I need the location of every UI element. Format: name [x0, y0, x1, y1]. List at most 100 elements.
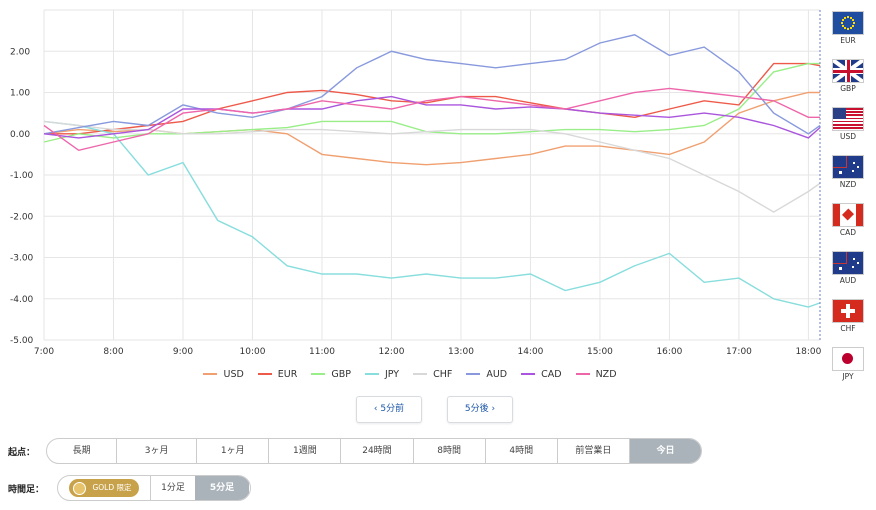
series-line-gbp [43, 62, 820, 143]
legend-swatch [466, 372, 481, 375]
legend-item-aud[interactable]: AUD [466, 369, 507, 380]
x-tick-label: 11:00 [309, 347, 335, 357]
start-option-4[interactable]: 24時間 [341, 439, 414, 463]
legend-label: USD [223, 369, 244, 380]
y-axis-ticks: 2.00 1.00 0.00 -1.00 -2.00 -3.00 -4.00 -5.00 [10, 47, 34, 346]
series-line-chf [43, 120, 821, 213]
legend-label: JPY [384, 369, 400, 380]
series-line-eur [44, 62, 821, 135]
timeframe-option-1[interactable]: 5分足 [195, 476, 249, 500]
flag-cad[interactable]: CAD [828, 203, 868, 248]
legend-label: CAD [541, 369, 562, 380]
x-tick-label: 13:00 [448, 347, 474, 357]
series-line-jpy [43, 120, 821, 308]
gold-coin-icon [73, 481, 87, 495]
x-tick-label: 8:00 [103, 347, 123, 357]
chf-flag-icon [832, 299, 864, 323]
start-option-5[interactable]: 8時間 [414, 439, 486, 463]
start-option-2[interactable]: 1ヶ月 [197, 439, 270, 463]
x-tick-label: 15:00 [587, 347, 613, 357]
flag-aud[interactable]: AUD [828, 251, 868, 296]
next-5min-button[interactable]: 5分後 › [447, 396, 513, 423]
timeframe-label: 時間足： [8, 485, 45, 495]
y-tick-label: -1.00 [10, 171, 34, 181]
flag-nzd[interactable]: NZD [828, 155, 868, 200]
legend-label: GBP [331, 369, 351, 380]
currency-flag-list: EUR GBP USD NZD CAD AUD CHF JPY [823, 8, 873, 392]
legend-swatch [575, 372, 590, 375]
start-option-6[interactable]: 4時間 [486, 439, 558, 463]
y-tick-label: 1.00 [10, 89, 30, 99]
legend-item-cad[interactable]: CAD [521, 369, 562, 380]
aud-flag-icon [832, 251, 864, 275]
series-line-nzd [43, 87, 820, 152]
y-tick-label: -4.00 [10, 295, 34, 305]
chart-plot-svg: 2.00 1.00 0.00 -1.00 -2.00 -3.00 -4.00 -5.00 7:… [10, 9, 822, 357]
start-point-selector: 長期 3ヶ月 1ヶ月 1週間 24時間 8時間 4時間 前営業日 今日 [46, 438, 702, 464]
chart-legend: USD EUR GBP JPY CHF AUD CAD NZD [0, 369, 820, 380]
y-tick-label: -3.00 [10, 254, 34, 264]
x-tick-label: 7:00 [34, 347, 54, 357]
legend-swatch [413, 372, 428, 375]
legend-item-usd[interactable]: USD [203, 369, 244, 380]
x-tick-label: 16:00 [656, 347, 682, 357]
eur-flag-icon [832, 11, 864, 35]
timeframe-option-0[interactable]: 1分足 [151, 476, 195, 500]
y-tick-label: 0.00 [10, 130, 30, 140]
x-tick-label: 18:00 [795, 347, 821, 357]
usd-flag-icon [832, 107, 864, 131]
x-tick-label: 14:00 [517, 347, 543, 357]
start-option-3[interactable]: 1週間 [269, 439, 342, 463]
prev-5min-button[interactable]: ‹ 5分前 [356, 396, 422, 423]
legend-item-jpy[interactable]: JPY [364, 369, 400, 380]
legend-swatch [311, 372, 326, 375]
flag-chf[interactable]: CHF [828, 299, 868, 344]
legend-label: CHF [433, 369, 453, 380]
legend-swatch [521, 372, 536, 375]
series-line-aud [43, 34, 821, 135]
start-option-0[interactable]: 長期 [47, 439, 118, 463]
start-option-7[interactable]: 前営業日 [558, 439, 630, 463]
x-axis-ticks: 7:00 8:00 9:00 10:00 11:00 12:00 13:00 14:00 15:… [34, 347, 822, 357]
flag-code-label: CAD [839, 228, 857, 237]
y-tick-label: -2.00 [10, 212, 34, 222]
legend-item-chf[interactable]: CHF [413, 369, 452, 380]
flag-code-label: NZD [839, 180, 857, 189]
start-option-8[interactable]: 今日 [629, 439, 701, 463]
gbp-flag-icon [832, 59, 864, 83]
nzd-flag-icon [832, 155, 864, 179]
cad-flag-icon [832, 203, 864, 227]
start-point-label: 起点： [8, 448, 36, 458]
legend-label: NZD [595, 369, 617, 380]
gold-limited-badge: GOLD 限定 [58, 476, 151, 500]
start-option-1[interactable]: 3ヶ月 [117, 439, 198, 463]
legend-label: EUR [277, 369, 298, 380]
flag-eur[interactable]: EUR [828, 11, 868, 56]
x-tick-label: 17:00 [726, 347, 752, 357]
x-tick-label: 10:00 [240, 347, 266, 357]
legend-item-nzd[interactable]: NZD [575, 369, 617, 380]
timeframe-selector: GOLD 限定 1分足 5分足 [57, 475, 251, 501]
flag-code-label: AUD [839, 276, 857, 285]
legend-item-gbp[interactable]: GBP [311, 369, 351, 380]
legend-swatch [364, 372, 379, 375]
flag-gbp[interactable]: GBP [828, 59, 868, 104]
flag-code-label: GBP [840, 84, 856, 93]
y-tick-label: -5.00 [10, 336, 34, 346]
legend-swatch [257, 372, 272, 375]
flag-code-label: CHF [840, 324, 856, 333]
y-tick-label: 2.00 [10, 47, 30, 57]
gold-badge-label: GOLD 限定 [92, 483, 132, 492]
flag-jpy[interactable]: JPY [828, 347, 868, 392]
flag-usd[interactable]: USD [828, 107, 868, 152]
chart-series-lines [43, 34, 821, 308]
jpy-flag-icon [832, 347, 864, 371]
legend-item-eur[interactable]: EUR [257, 369, 298, 380]
x-tick-label: 9:00 [173, 347, 193, 357]
x-tick-label: 12:00 [378, 347, 404, 357]
legend-swatch [203, 372, 218, 375]
flag-code-label: JPY [842, 372, 854, 381]
flag-code-label: EUR [840, 36, 856, 45]
flag-code-label: USD [839, 132, 857, 141]
legend-label: AUD [486, 369, 508, 380]
